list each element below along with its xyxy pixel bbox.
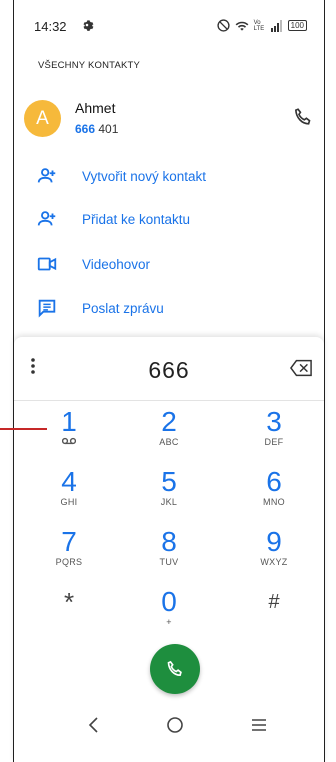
backspace-icon[interactable] (290, 359, 312, 377)
key-digit: 4 (61, 466, 77, 497)
key-digit: 5 (161, 466, 177, 497)
phone-icon[interactable] (292, 106, 314, 128)
divider (14, 400, 324, 401)
volte-label: Vo LTE (253, 19, 265, 32)
key-3[interactable]: 3 DEF (229, 407, 319, 465)
key-digit: 1 (61, 406, 77, 437)
key-digit: 9 (266, 526, 282, 557)
person-add-icon (37, 168, 56, 183)
key-digit: 2 (161, 406, 177, 437)
battery-icon: 100 (287, 20, 307, 31)
key-letters: DEF (264, 437, 284, 447)
key-letters: MNO (263, 497, 285, 507)
action-label: Videohovor (82, 256, 151, 272)
action-send-message[interactable]: Poslat zprávu (36, 290, 314, 326)
phone-icon (167, 660, 182, 677)
number-match: 666 (75, 122, 96, 136)
key-9[interactable]: 9 WXYZ (229, 527, 319, 585)
call-button[interactable] (150, 644, 200, 694)
action-label: Poslat zprávu (82, 300, 164, 316)
nav-bar (14, 708, 324, 748)
key-digit: 6 (266, 466, 282, 497)
action-label: Přidat ke kontaktu (82, 211, 191, 227)
dialed-number[interactable]: 666 (14, 357, 324, 384)
message-icon (38, 299, 56, 318)
action-add-to-contact[interactable]: Přidat ke kontaktu (36, 201, 314, 237)
signal-icon (270, 19, 282, 32)
key-star[interactable]: * (24, 587, 114, 645)
contact-row[interactable]: A Ahmet 666 401 (24, 98, 316, 144)
key-1[interactable]: 1 (24, 407, 114, 465)
key-digit: # (268, 591, 280, 613)
status-time: 14:32 (34, 19, 67, 34)
status-bar: 14:32 Vo LTE 100 (14, 0, 324, 58)
action-video-call[interactable]: Videohovor (36, 246, 314, 282)
status-icons: Vo LTE 100 (217, 19, 307, 32)
key-digit: * (63, 587, 75, 617)
key-7[interactable]: 7 PQRS (24, 527, 114, 585)
home-icon[interactable] (166, 716, 184, 734)
key-digit: 7 (61, 526, 77, 557)
key-letters: TUV (159, 557, 179, 567)
section-title: VŠECHNY KONTAKTY (38, 60, 141, 71)
gear-icon (83, 20, 94, 31)
key-letters: JKL (160, 497, 178, 507)
key-letters: GHI (60, 497, 78, 507)
dialpad: 666 1 2 ABC 3 DEF 4 GHI 5 JKL 6 MNO 7 PQ… (14, 337, 324, 762)
key-8[interactable]: 8 TUV (124, 527, 214, 585)
voicemail-icon (24, 437, 114, 447)
videocam-icon (37, 257, 57, 271)
key-6[interactable]: 6 MNO (229, 467, 319, 525)
recents-icon[interactable] (251, 718, 267, 732)
key-5[interactable]: 5 JKL (124, 467, 214, 525)
dnd-icon (217, 19, 230, 32)
contact-name: Ahmet (75, 100, 116, 116)
key-0[interactable]: 0 + (124, 587, 214, 645)
callout-line (0, 428, 47, 430)
key-digit: 3 (266, 406, 282, 437)
key-letters: + (166, 617, 172, 627)
key-letters: ABC (159, 437, 179, 447)
action-label: Vytvořit nový kontakt (82, 168, 207, 184)
avatar: A (24, 100, 61, 137)
key-letters: PQRS (55, 557, 83, 567)
wifi-icon (235, 21, 249, 31)
key-4[interactable]: 4 GHI (24, 467, 114, 525)
key-2[interactable]: 2 ABC (124, 407, 214, 465)
phone-frame: 14:32 Vo LTE 100 VŠECHNY KONTAKTY A Ahme… (13, 0, 325, 762)
contact-number: 666 401 (75, 122, 118, 136)
key-digit: 8 (161, 526, 177, 557)
action-create-contact[interactable]: Vytvořit nový kontakt (36, 158, 314, 194)
key-letters: WXYZ (260, 557, 288, 567)
number-rest: 401 (95, 122, 119, 136)
key-hash[interactable]: # (229, 587, 319, 645)
person-add-icon (37, 211, 56, 226)
key-digit: 0 (161, 586, 177, 617)
back-icon[interactable] (87, 716, 101, 734)
